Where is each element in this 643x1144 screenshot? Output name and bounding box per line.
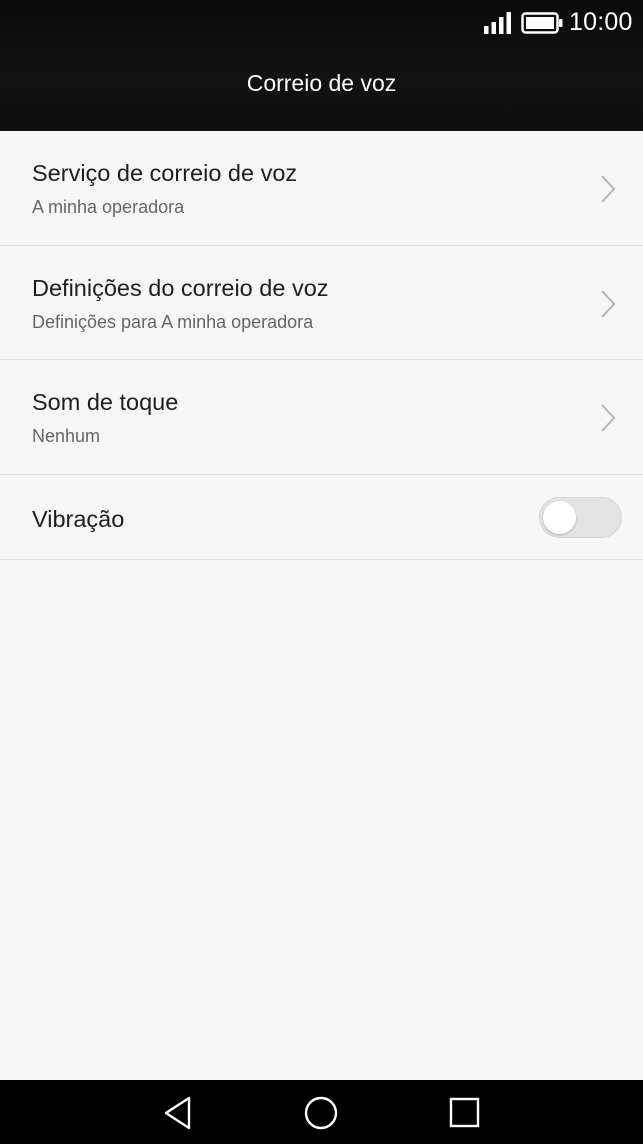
home-circle-icon[interactable] (301, 1094, 341, 1132)
ringtone-subtitle: Nenhum (32, 426, 101, 446)
back-triangle-icon[interactable] (158, 1094, 198, 1132)
voicemail-service-subtitle: A minha operadora (32, 197, 185, 217)
page-title: Correio de voz (246, 70, 397, 96)
settings-list: Serviço de correio de voz A minha operad… (0, 131, 643, 560)
voicemail-settings-item[interactable]: Definições do correio de voz Definições … (0, 246, 643, 360)
app-header: 10:00 Correio de voz (0, 0, 643, 131)
screen: 10:00 Correio de voz Serviço de correio … (0, 0, 643, 1144)
ringtone-title: Som de toque (32, 389, 179, 415)
voicemail-service-title: Serviço de correio de voz (32, 160, 298, 186)
status-clock: 10:00 (569, 8, 633, 36)
voicemail-service-item[interactable]: Serviço de correio de voz A minha operad… (0, 131, 643, 246)
chevron-right-icon (601, 175, 616, 203)
chevron-right-icon (601, 289, 616, 318)
voicemail-settings-title: Definições do correio de voz (32, 274, 329, 301)
vibration-title: Vibração (32, 505, 125, 532)
vibration-toggle[interactable] (539, 496, 622, 538)
ringtone-item[interactable]: Som de toque Nenhum (0, 360, 643, 475)
navigation-bar (0, 1080, 643, 1144)
signal-icon (484, 12, 511, 34)
battery-icon (521, 12, 563, 34)
status-bar: 10:00 (0, 0, 643, 46)
chevron-right-icon (601, 404, 616, 432)
vibration-item: Vibração (0, 475, 643, 560)
recents-square-icon[interactable] (444, 1094, 484, 1132)
toggle-knob (543, 500, 576, 534)
voicemail-settings-subtitle: Definições para A minha operadora (32, 311, 314, 332)
